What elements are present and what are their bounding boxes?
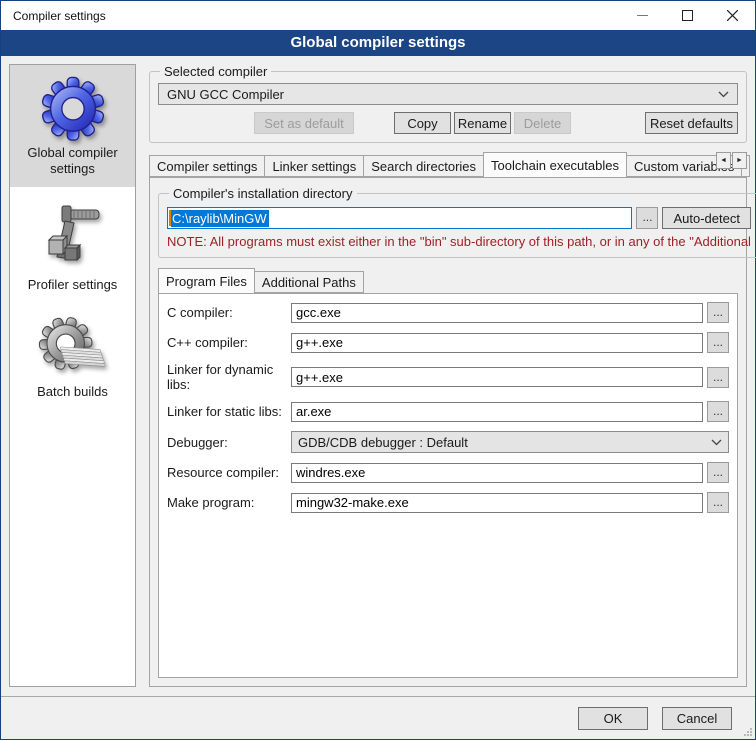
close-button[interactable] — [710, 1, 755, 30]
dynamic-linker-input[interactable] — [291, 367, 703, 387]
field-label: Debugger: — [167, 435, 291, 450]
tab-linker-settings[interactable]: Linker settings — [264, 155, 364, 177]
field-row-c-compiler: C compiler: ... — [167, 302, 729, 323]
caliper-icon — [41, 201, 105, 273]
field-label: Linker for dynamic libs: — [167, 362, 291, 392]
selected-compiler-legend: Selected compiler — [160, 64, 271, 79]
delete-button[interactable]: Delete — [514, 112, 571, 134]
dynamic-linker-browse-button[interactable]: ... — [707, 367, 729, 388]
field-row-resource-compiler: Resource compiler: ... — [167, 462, 729, 483]
install-dir-input[interactable]: C:\raylib\MinGW — [167, 207, 632, 229]
sub-tab-strip: Program Files Additional Paths — [158, 267, 738, 293]
install-dir-value: C:\raylib\MinGW — [171, 210, 269, 227]
rename-button[interactable]: Rename — [454, 112, 511, 134]
maximize-icon — [682, 10, 693, 21]
debugger-select[interactable]: GDB/CDB debugger : Default — [291, 431, 729, 453]
tab-search-directories[interactable]: Search directories — [363, 155, 484, 177]
chevron-down-icon — [711, 439, 722, 446]
tab-compiler-settings[interactable]: Compiler settings — [149, 155, 265, 177]
cpp-compiler-input[interactable] — [291, 333, 703, 353]
sidebar-item-global-compiler-settings[interactable]: Global compiler settings — [10, 65, 135, 187]
gear-paper-stack-icon — [38, 316, 108, 380]
resource-compiler-browse-button[interactable]: ... — [707, 462, 729, 483]
auto-detect-button[interactable]: Auto-detect — [662, 207, 751, 229]
maximize-button[interactable] — [665, 1, 710, 30]
dialog-header: Global compiler settings — [1, 30, 755, 56]
field-row-static-linker: Linker for static libs: ... — [167, 401, 729, 422]
tab-toolchain-executables[interactable]: Toolchain executables — [483, 152, 627, 178]
field-label: Make program: — [167, 495, 291, 510]
make-program-browse-button[interactable]: ... — [707, 492, 729, 513]
ok-button[interactable]: OK — [578, 707, 648, 730]
subtab-additional-paths[interactable]: Additional Paths — [254, 271, 364, 293]
compiler-select[interactable]: GNU GCC Compiler — [158, 83, 738, 105]
sidebar-item-profiler-settings[interactable]: Profiler settings — [10, 193, 135, 302]
static-linker-browse-button[interactable]: ... — [707, 401, 729, 422]
subtab-program-files[interactable]: Program Files — [158, 268, 255, 294]
dialog-footer: OK Cancel — [9, 697, 747, 739]
field-label: Linker for static libs: — [167, 404, 291, 419]
install-dir-legend: Compiler's installation directory — [169, 186, 357, 201]
install-dir-group: Compiler's installation directory C:\ray… — [158, 186, 756, 258]
chevron-down-icon — [718, 91, 729, 98]
field-label: C++ compiler: — [167, 335, 291, 350]
compiler-select-value: GNU GCC Compiler — [167, 87, 284, 102]
window-title: Compiler settings — [1, 9, 620, 23]
field-label: Resource compiler: — [167, 465, 291, 480]
sidebar-item-label: Batch builds — [12, 384, 133, 400]
field-row-dynamic-linker: Linker for dynamic libs: ... — [167, 362, 729, 392]
sidebar-item-batch-builds[interactable]: Batch builds — [10, 308, 135, 409]
set-as-default-button[interactable]: Set as default — [254, 112, 354, 134]
main-tab-strip: Compiler settings Linker settings Search… — [149, 151, 747, 177]
compiler-settings-window: Compiler settings Global compiler settin… — [0, 0, 756, 740]
debugger-select-value: GDB/CDB debugger : Default — [298, 435, 468, 450]
c-compiler-browse-button[interactable]: ... — [707, 302, 729, 323]
close-icon — [727, 10, 738, 21]
selected-compiler-group: Selected compiler GNU GCC Compiler Set a… — [149, 64, 747, 143]
program-files-panel: C compiler: ... C++ compiler: ... Linker… — [158, 293, 738, 678]
title-bar: Compiler settings — [1, 1, 755, 30]
cpp-compiler-browse-button[interactable]: ... — [707, 332, 729, 353]
reset-defaults-button[interactable]: Reset defaults — [645, 112, 738, 134]
cancel-button[interactable]: Cancel — [662, 707, 732, 730]
make-program-input[interactable] — [291, 493, 703, 513]
field-row-cpp-compiler: C++ compiler: ... — [167, 332, 729, 353]
install-dir-note: NOTE: All programs must exist either in … — [167, 234, 751, 249]
sidebar-item-label: Profiler settings — [12, 277, 133, 293]
blue-gear-icon — [37, 73, 109, 141]
copy-button[interactable]: Copy — [394, 112, 451, 134]
static-linker-input[interactable] — [291, 402, 703, 422]
sidebar-item-label: Global compiler settings — [12, 145, 133, 178]
field-label: C compiler: — [167, 305, 291, 320]
resource-compiler-input[interactable] — [291, 463, 703, 483]
field-row-debugger: Debugger: GDB/CDB debugger : Default — [167, 431, 729, 453]
resize-grip[interactable] — [743, 727, 753, 737]
toolchain-executables-page: Compiler's installation directory C:\ray… — [149, 177, 747, 687]
settings-sidebar: Global compiler settings — [9, 64, 136, 687]
install-dir-browse-button[interactable]: ... — [636, 207, 658, 229]
c-compiler-input[interactable] — [291, 303, 703, 323]
field-row-make-program: Make program: ... — [167, 492, 729, 513]
tab-scroll-left-button[interactable]: ◄ — [716, 152, 731, 169]
tab-scroll-right-button[interactable]: ► — [732, 152, 747, 169]
minimize-button[interactable] — [620, 1, 665, 30]
minimize-icon — [637, 10, 648, 21]
